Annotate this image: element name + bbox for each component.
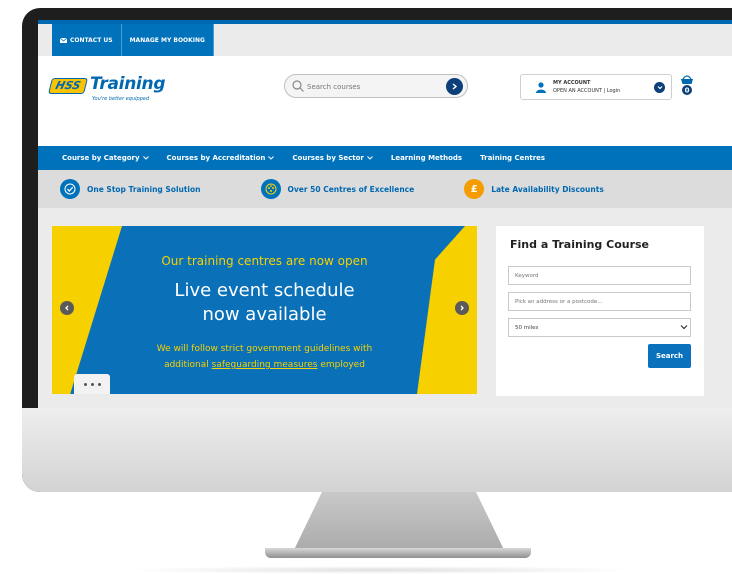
search-submit-button[interactable] bbox=[446, 78, 463, 95]
chevron-down-icon bbox=[680, 325, 688, 330]
carousel-dot[interactable] bbox=[97, 382, 101, 386]
find-course-heading: Find a Training Course bbox=[510, 238, 650, 251]
carousel-next-button[interactable] bbox=[455, 301, 469, 315]
stars-icon bbox=[260, 179, 281, 199]
main-nav: Course by Category Courses by Accreditat… bbox=[38, 146, 732, 170]
hero-line-1: Our training centres are now open bbox=[161, 254, 368, 268]
website-screen: HSS Training You're better equipped MY A… bbox=[38, 20, 732, 408]
usp-bar: One Stop Training Solution Over 50 Centr… bbox=[38, 170, 732, 208]
monitor-chin bbox=[22, 408, 732, 492]
nav-training-centres[interactable]: Training Centres bbox=[480, 154, 545, 162]
contact-us-label: CONTACT US bbox=[70, 36, 113, 44]
chevron-right-icon bbox=[460, 305, 464, 311]
nav-item-label: Course by Category bbox=[62, 154, 140, 162]
carousel-prev-button[interactable] bbox=[60, 301, 74, 315]
monitor-mockup: HSS Training You're better equipped MY A… bbox=[0, 0, 732, 574]
logo-tagline: You're better equipped bbox=[92, 96, 150, 102]
postcode-input[interactable] bbox=[508, 292, 691, 311]
hero-line-5-post: employed bbox=[317, 360, 365, 370]
logo-badge: HSS bbox=[48, 78, 88, 94]
usp-label: Over 50 Centres of Excellence bbox=[287, 184, 415, 194]
chevron-right-icon bbox=[452, 83, 458, 90]
basket-count: 0 bbox=[685, 87, 690, 95]
check-icon bbox=[60, 179, 80, 199]
usp-centres[interactable]: Over 50 Centres of Excellence bbox=[260, 179, 415, 199]
manage-booking-label: MANAGE MY BOOKING bbox=[129, 36, 205, 44]
basket-icon[interactable]: 0 bbox=[678, 72, 696, 96]
nav-learning-methods[interactable]: Learning Methods bbox=[391, 154, 462, 162]
account-title: MY ACCOUNT bbox=[553, 80, 591, 86]
nav-course-by-category[interactable]: Course by Category bbox=[62, 154, 149, 162]
hero-line-4: We will follow strict government guideli… bbox=[156, 344, 373, 354]
chevron-down-icon bbox=[657, 86, 662, 90]
utility-buttons: CONTACT US MANAGE MY BOOKING bbox=[52, 24, 214, 56]
usp-label: One Stop Training Solution bbox=[87, 184, 201, 194]
hss-training-logo[interactable]: HSS Training You're better equipped bbox=[48, 74, 166, 106]
pound-icon: £ bbox=[464, 179, 485, 199]
safeguarding-link[interactable]: safeguarding measures bbox=[212, 360, 318, 370]
chevron-down-icon bbox=[367, 156, 373, 160]
hero-carousel: Our training centres are now open Live e… bbox=[52, 226, 477, 394]
user-icon bbox=[536, 82, 546, 93]
chevron-down-icon bbox=[268, 156, 275, 160]
hero-line-5: additional safeguarding measures employe… bbox=[52, 360, 477, 370]
keyword-input[interactable] bbox=[508, 266, 691, 285]
logo-wordmark: Training bbox=[90, 74, 166, 94]
hero-line-2: Live event schedule bbox=[174, 280, 355, 301]
usp-one-stop[interactable]: One Stop Training Solution bbox=[60, 179, 201, 199]
usp-late-availability[interactable]: £ Late Availability Discounts bbox=[464, 179, 604, 199]
account-dropdown-toggle[interactable] bbox=[654, 82, 665, 93]
my-account-dropdown[interactable]: MY ACCOUNT OPEN AN ACCOUNT | Login bbox=[520, 74, 672, 100]
search-icon bbox=[292, 80, 304, 92]
nav-courses-by-sector[interactable]: Courses by Sector bbox=[292, 154, 373, 162]
monitor-stand-base bbox=[265, 548, 531, 558]
nav-item-label: Courses by Accreditation bbox=[166, 154, 266, 162]
find-course-search-button[interactable]: Search bbox=[648, 344, 691, 368]
carousel-dot[interactable] bbox=[83, 382, 87, 386]
nav-courses-by-accreditation[interactable]: Courses by Accreditation bbox=[167, 154, 275, 162]
nav-item-label: Training Centres bbox=[480, 154, 546, 162]
hero-line-5-pre: additional bbox=[164, 360, 212, 370]
usp-label: Late Availability Discounts bbox=[491, 184, 604, 194]
account-links[interactable]: OPEN AN ACCOUNT | Login bbox=[553, 88, 620, 94]
site-header: HSS Training You're better equipped MY A… bbox=[38, 56, 732, 146]
carousel-pagination[interactable] bbox=[74, 374, 110, 394]
manage-booking-button[interactable]: MANAGE MY BOOKING bbox=[121, 24, 214, 56]
envelope-icon bbox=[60, 37, 67, 43]
nav-item-label: Courses by Sector bbox=[292, 154, 364, 162]
monitor-shadow bbox=[120, 566, 640, 574]
nav-item-label: Learning Methods bbox=[390, 154, 463, 162]
chevron-down-icon bbox=[142, 156, 149, 160]
find-course-panel: Find a Training Course 50 miles Search bbox=[496, 226, 704, 396]
monitor-stand-neck bbox=[292, 492, 506, 554]
search-input[interactable] bbox=[307, 79, 437, 94]
radius-select[interactable]: 50 miles bbox=[508, 318, 691, 337]
contact-us-button[interactable]: CONTACT US bbox=[52, 24, 122, 56]
chevron-left-icon bbox=[65, 305, 69, 311]
course-search-bar bbox=[284, 74, 468, 98]
hero-line-3: now available bbox=[202, 304, 327, 325]
carousel-dot[interactable] bbox=[90, 382, 94, 386]
